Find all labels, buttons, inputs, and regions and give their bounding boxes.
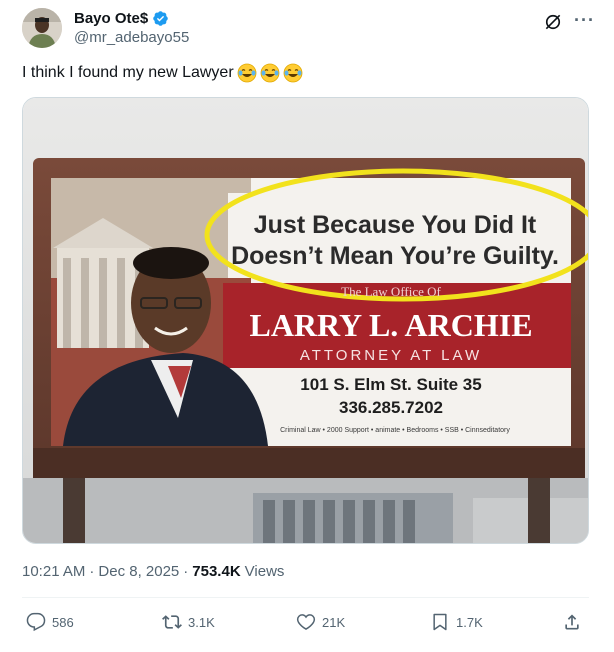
billboard-lawyer-name: LARRY L. ARCHIE xyxy=(249,307,532,343)
billboard-phone: 336.285.7202 xyxy=(339,398,443,417)
tweet-time[interactable]: 10:21 AM xyxy=(22,563,85,580)
laughing-emoji-icon xyxy=(283,63,303,83)
meta-separator: · xyxy=(89,563,95,580)
reply-button[interactable]: 586 xyxy=(26,612,74,632)
repost-icon xyxy=(162,615,182,629)
reply-icon xyxy=(26,612,46,632)
bookmark-button[interactable]: 1.7K xyxy=(430,612,483,632)
views-label: Views xyxy=(244,563,285,580)
more-icon[interactable]: ··· xyxy=(574,10,595,31)
divider xyxy=(22,597,589,598)
views-count: 753.4K xyxy=(192,563,241,580)
repost-count: 3.1K xyxy=(188,614,215,630)
tweet-header: Bayo Ote$ @mr_adebayo55 ··· xyxy=(22,6,602,48)
billboard-services: Criminal Law • 2000 Support • animate • … xyxy=(280,427,510,434)
tweet-date[interactable]: Dec 8, 2025 xyxy=(98,563,179,580)
billboard-title: ATTORNEY AT LAW xyxy=(300,347,482,364)
display-name[interactable]: Bayo Ote$ xyxy=(74,10,148,27)
avatar[interactable] xyxy=(22,8,62,48)
action-bar: 586 3.1K 21K 1.7K xyxy=(22,610,589,640)
grok-icon[interactable] xyxy=(543,12,563,32)
billboard-slogan-line1: Just Because You Did It xyxy=(254,211,537,239)
like-count: 21K xyxy=(322,614,346,630)
tweet-meta: 10:21 AM · Dec 8, 2025 · 753.4K Views xyxy=(22,563,284,580)
verified-badge-icon xyxy=(153,11,168,26)
billboard-slogan-line2: Doesn’t Mean You’re Guilty. xyxy=(231,242,559,270)
share-button[interactable] xyxy=(562,612,582,632)
meta-separator: · xyxy=(183,563,189,580)
billboard-address: 101 S. Elm St. Suite 35 xyxy=(300,375,481,394)
bookmark-count: 1.7K xyxy=(456,614,483,630)
laughing-emoji-icon xyxy=(260,63,280,83)
repost-button[interactable]: 3.1K xyxy=(162,612,215,632)
heart-icon xyxy=(296,614,316,630)
like-button[interactable]: 21K xyxy=(296,612,345,632)
tweet-text: I think I found my new Lawyer xyxy=(22,63,303,83)
tweet-body: I think I found my new Lawyer xyxy=(22,64,234,81)
user-handle[interactable]: @mr_adebayo55 xyxy=(74,29,189,46)
billboard-office-line: The Law Office Of xyxy=(341,284,441,299)
share-icon xyxy=(565,614,579,630)
bookmark-icon xyxy=(433,613,447,631)
tweet-media-image[interactable]: Just Because You Did It Doesn’t Mean You… xyxy=(22,97,589,544)
reply-count: 586 xyxy=(52,614,74,630)
laughing-emoji-icon xyxy=(237,63,257,83)
billboard-photo: Just Because You Did It Doesn’t Mean You… xyxy=(23,98,588,543)
